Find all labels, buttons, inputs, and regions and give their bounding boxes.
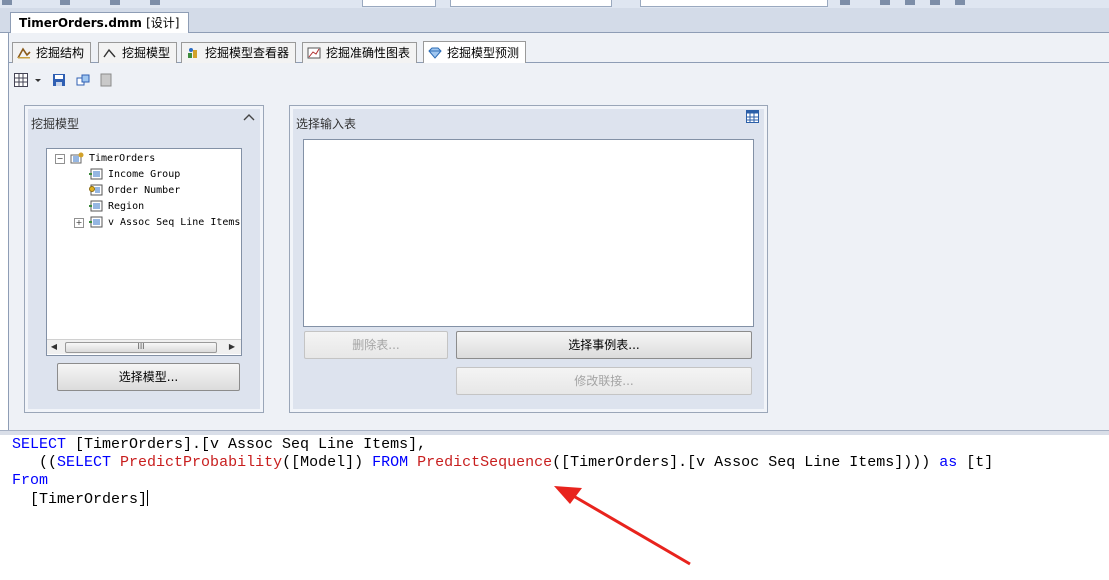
scroll-left-icon[interactable]: ◀ bbox=[47, 340, 61, 354]
tab-label: 挖掘准确性图表 bbox=[326, 46, 411, 60]
code-text: [t] bbox=[957, 454, 994, 471]
remove-table-button[interactable]: 删除表... bbox=[304, 331, 448, 359]
viewer-icon bbox=[188, 48, 197, 58]
column-icon bbox=[89, 200, 103, 212]
keyword: as bbox=[939, 454, 958, 471]
input-table-area[interactable] bbox=[303, 139, 754, 327]
tab-model-prediction[interactable]: 挖掘模型预测 bbox=[423, 41, 527, 63]
tree-column[interactable]: v Assoc Seq Line Items bbox=[108, 215, 240, 231]
key-column-icon bbox=[89, 184, 103, 196]
column-icon bbox=[89, 168, 103, 180]
toolbar-combo[interactable] bbox=[450, 0, 612, 7]
tree-column[interactable]: Region bbox=[108, 199, 144, 215]
tab-model-viewer[interactable]: 挖掘模型查看器 bbox=[181, 42, 297, 63]
query-editor[interactable]: SELECT [TimerOrders].[v Assoc Seq Line I… bbox=[0, 435, 1109, 580]
chevron-down-icon[interactable] bbox=[34, 73, 42, 87]
toolbar-icon[interactable] bbox=[840, 0, 850, 5]
code-text: (( bbox=[12, 454, 58, 471]
nested-table-icon bbox=[89, 216, 103, 228]
collapse-icon[interactable] bbox=[243, 112, 255, 122]
text-caret bbox=[147, 490, 149, 506]
toolbar-icon[interactable] bbox=[955, 0, 965, 5]
keyword: FROM bbox=[372, 454, 409, 471]
query-line-2: ((SELECT PredictProbability([Model]) FRO… bbox=[12, 454, 993, 472]
diamond-icon bbox=[428, 47, 442, 59]
code-text: ([TimerOrders].[v Assoc Seq Line Items])… bbox=[552, 454, 940, 471]
toolbar-combo[interactable] bbox=[640, 0, 828, 7]
tree-root[interactable]: TimerOrders bbox=[89, 151, 155, 167]
toolbar-icon[interactable] bbox=[880, 0, 890, 5]
input-table-panel: 选择输入表 删除表... 选择事例表... 修改联接... bbox=[289, 105, 768, 413]
toolbar-icon[interactable] bbox=[905, 0, 915, 5]
expand-icon[interactable]: + bbox=[74, 218, 84, 228]
scroll-right-icon[interactable]: ▶ bbox=[225, 340, 239, 354]
code-text: [TimerOrders] bbox=[12, 491, 148, 508]
panel-title: 挖掘模型 bbox=[31, 117, 80, 131]
tab-label: 挖掘结构 bbox=[36, 46, 85, 60]
model-tree[interactable]: − TimerOrders Income Group Order Number … bbox=[46, 148, 242, 356]
tab-label: 挖掘模型查看器 bbox=[205, 46, 290, 60]
tree-column[interactable]: Income Group bbox=[108, 167, 180, 183]
panel-title: 选择输入表 bbox=[296, 117, 357, 131]
toolbar-icon[interactable] bbox=[930, 0, 940, 5]
keyword: SELECT bbox=[57, 454, 112, 471]
mining-model-panel: 挖掘模型 − TimerOrders Income Group Order Nu… bbox=[24, 105, 264, 413]
switch-view-icon[interactable] bbox=[76, 73, 90, 87]
document-icon[interactable] bbox=[99, 73, 113, 87]
horizontal-scrollbar[interactable]: ◀ III ▶ bbox=[47, 339, 241, 354]
table-grid-icon[interactable] bbox=[746, 110, 759, 123]
code-text: ([Model]) bbox=[282, 454, 373, 471]
function-name: PredictSequence bbox=[417, 454, 553, 471]
scroll-thumb[interactable]: III bbox=[65, 342, 217, 353]
toolbar-icon[interactable] bbox=[150, 0, 160, 5]
tree-column[interactable]: Order Number bbox=[108, 183, 180, 199]
tab-mining-structure[interactable]: 挖掘结构 bbox=[12, 42, 92, 63]
model-icon bbox=[103, 48, 116, 58]
toolbar-icon[interactable] bbox=[2, 0, 12, 5]
grid-icon[interactable] bbox=[14, 73, 28, 87]
query-line-3: From bbox=[12, 472, 48, 490]
query-line-1: SELECT [TimerOrders].[v Assoc Seq Line I… bbox=[12, 436, 426, 454]
model-icon bbox=[70, 152, 84, 164]
select-model-button[interactable]: 选择模型... bbox=[57, 363, 240, 391]
tab-label: 挖掘模型预测 bbox=[447, 45, 520, 60]
tab-accuracy-chart[interactable]: 挖掘准确性图表 bbox=[302, 42, 418, 63]
structure-icon bbox=[17, 47, 31, 59]
document-tab[interactable]: TimerOrders.dmm [设计] bbox=[10, 12, 189, 33]
select-case-table-button[interactable]: 选择事例表... bbox=[456, 331, 752, 359]
document-tab-strip: TimerOrders.dmm [设计] bbox=[0, 8, 1109, 33]
code-text: [TimerOrders].[v Assoc Seq Line Items], bbox=[66, 436, 427, 453]
document-tab-suffix: [设计] bbox=[146, 16, 180, 30]
document-tab-name: TimerOrders.dmm bbox=[19, 16, 142, 30]
modify-join-button[interactable]: 修改联接... bbox=[456, 367, 752, 395]
toolbar-icon[interactable] bbox=[60, 0, 70, 5]
save-icon[interactable] bbox=[52, 73, 66, 87]
collapse-tree-icon[interactable]: − bbox=[55, 154, 65, 164]
tab-mining-models[interactable]: 挖掘模型 bbox=[98, 42, 178, 63]
query-line-4: [TimerOrders] bbox=[12, 490, 149, 509]
toolbar-icon[interactable] bbox=[110, 0, 120, 5]
designer-tab-strip: 挖掘结构 挖掘模型 挖掘模型查看器 挖掘准确性图表 挖掘模型预测 bbox=[8, 40, 1109, 63]
keyword: From bbox=[12, 472, 49, 489]
tab-label: 挖掘模型 bbox=[122, 46, 171, 60]
function-name: PredictProbability bbox=[120, 454, 283, 471]
annotation-arrow-icon bbox=[554, 486, 691, 566]
chart-icon bbox=[307, 47, 321, 59]
keyword: SELECT bbox=[12, 436, 67, 453]
toolbar-combo[interactable] bbox=[362, 0, 436, 7]
